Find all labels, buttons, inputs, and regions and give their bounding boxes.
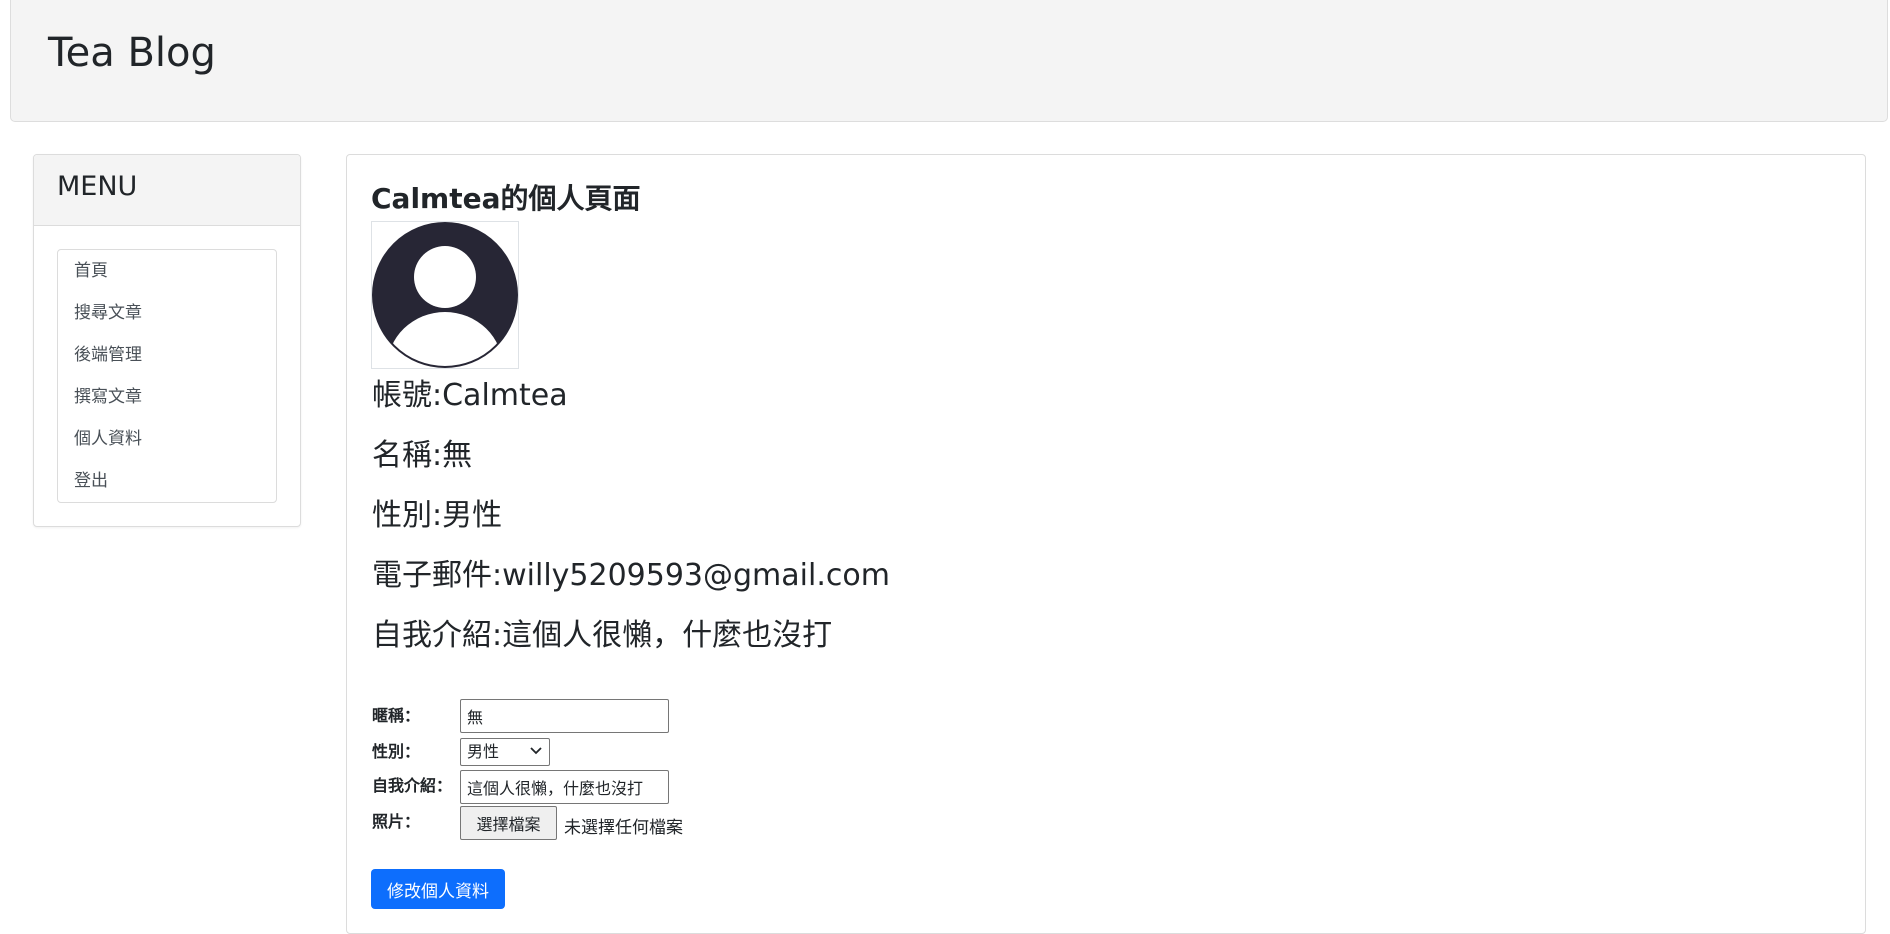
top-header: Tea Blog	[10, 0, 1888, 122]
sidebar-item-profile[interactable]: 個人資料	[58, 418, 276, 460]
chevron-down-icon	[530, 747, 542, 755]
profile-panel: Calmtea的個人頁面 帳號:Calmtea 名稱:無 性別:男性 電子郵件:…	[346, 154, 1866, 934]
file-status: 未選擇任何檔案	[564, 818, 683, 838]
sidebar-item-write-post[interactable]: 撰寫文章	[58, 376, 276, 418]
sidebar-item-home[interactable]: 首頁	[58, 250, 276, 292]
menu-header: MENU	[34, 155, 300, 226]
gender-select[interactable]: 男性	[460, 738, 550, 766]
choose-file-button[interactable]: 選擇檔案	[460, 806, 557, 840]
nickname-label: 暱稱：	[372, 706, 421, 725]
menu-title: MENU	[57, 171, 138, 202]
photo-label: 照片：	[372, 812, 421, 831]
bio-line: 自我介紹:這個人很懶，什麼也沒打	[372, 618, 833, 653]
gender-line: 性別:男性	[372, 498, 503, 533]
gender-select-value: 男性	[467, 742, 500, 761]
user-silhouette-icon	[372, 222, 518, 368]
sidebar-item-search-posts[interactable]: 搜尋文章	[58, 292, 276, 334]
sidebar-item-logout[interactable]: 登出	[58, 460, 276, 502]
nickname-input[interactable]	[460, 699, 669, 733]
sidebar-item-admin[interactable]: 後端管理	[58, 334, 276, 376]
account-line: 帳號:Calmtea	[372, 378, 568, 413]
page-title: Calmtea的個人頁面	[371, 182, 641, 215]
gender-label: 性別：	[372, 742, 421, 761]
update-profile-button[interactable]: 修改個人資料	[371, 869, 505, 909]
name-line: 名稱:無	[372, 438, 473, 473]
menu-list: 首頁 搜尋文章 後端管理 撰寫文章 個人資料 登出	[57, 249, 277, 503]
brand-title[interactable]: Tea Blog	[48, 30, 216, 76]
avatar	[371, 221, 519, 369]
email-line: 電子郵件:willy5209593@gmail.com	[372, 558, 890, 593]
sidebar-menu: MENU 首頁 搜尋文章 後端管理 撰寫文章 個人資料 登出	[33, 154, 301, 527]
bio-label: 自我介紹：	[372, 776, 453, 795]
bio-input[interactable]	[460, 770, 669, 804]
